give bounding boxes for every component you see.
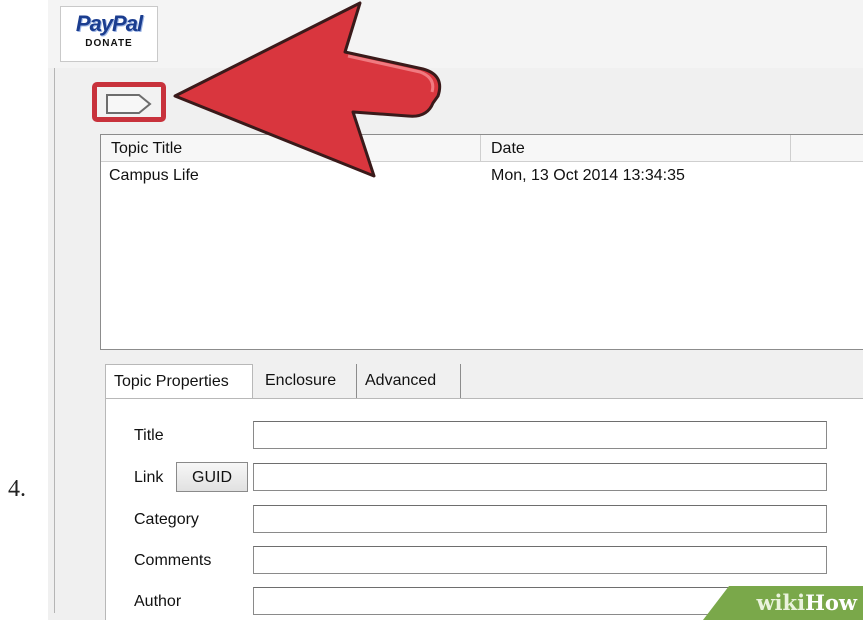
tab-advanced[interactable]: Advanced: [357, 364, 461, 398]
topics-list[interactable]: Topic Title Date Campus Life Mon, 13 Oct…: [100, 134, 863, 350]
watermark-suffix: How: [805, 590, 857, 615]
paypal-donate-button[interactable]: PayPal DONATE: [60, 6, 158, 62]
comments-label: Comments: [134, 552, 212, 569]
step-number: 4.: [8, 476, 26, 502]
app-window: PayPal DONATE Topic Title Date Campus Li…: [48, 0, 863, 620]
category-field[interactable]: [253, 505, 827, 533]
column-header-topic-title[interactable]: Topic Title: [101, 135, 481, 161]
author-label: Author: [134, 593, 182, 610]
column-header-date[interactable]: Date: [481, 135, 791, 161]
guid-button[interactable]: GUID: [176, 462, 248, 492]
wikihow-watermark: wikiHow: [703, 586, 863, 620]
tag-icon: [106, 94, 152, 114]
topic-date-cell: Mon, 13 Oct 2014 13:34:35: [491, 167, 685, 184]
link-field[interactable]: [253, 463, 827, 491]
paypal-logo: PayPal: [75, 11, 143, 36]
title-field[interactable]: [253, 421, 827, 449]
window-divider: [54, 68, 55, 613]
watermark-prefix: wiki: [756, 590, 806, 615]
donate-label: DONATE: [85, 38, 133, 49]
comments-field[interactable]: [253, 546, 827, 574]
tab-enclosure[interactable]: Enclosure: [257, 364, 357, 398]
category-label: Category: [134, 511, 199, 528]
new-topic-button[interactable]: [92, 82, 166, 122]
topic-title-cell: Campus Life: [109, 167, 199, 184]
title-label: Title: [134, 427, 164, 444]
table-row[interactable]: Campus Life Mon, 13 Oct 2014 13:34:35: [101, 167, 863, 189]
top-strip: [48, 0, 863, 68]
link-label: Link: [134, 469, 164, 486]
list-header: Topic Title Date: [101, 135, 863, 162]
tab-topic-properties[interactable]: Topic Properties: [105, 364, 253, 400]
